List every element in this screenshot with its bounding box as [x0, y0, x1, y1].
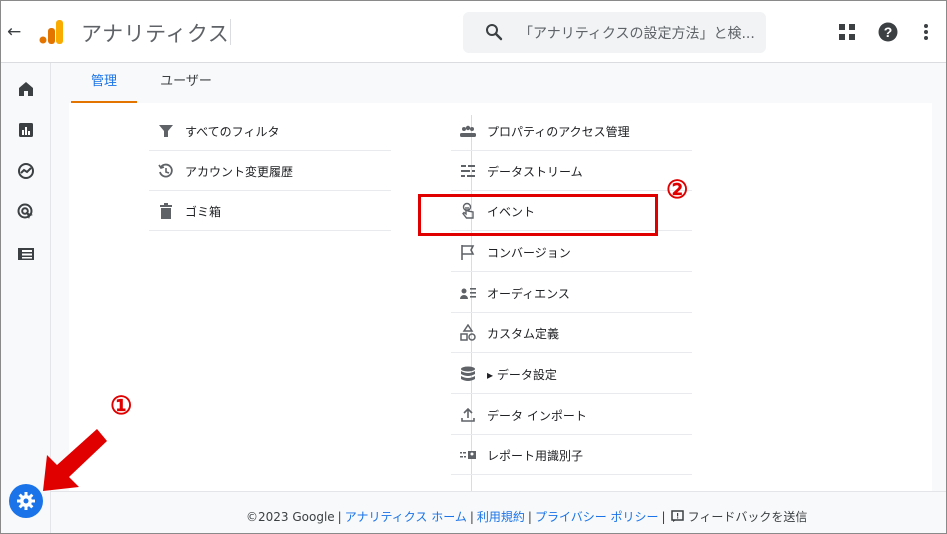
more-vert-icon[interactable]: [919, 23, 933, 41]
menu-item-trash[interactable]: ゴミ箱: [149, 191, 391, 231]
admin-content: すべてのフィルタ アカウント変更履歴 ゴミ箱 プロパティのアクセス管理 データス…: [51, 103, 946, 491]
menu-item-label: ゴミ箱: [185, 205, 222, 219]
menu-item-label: データストリーム: [487, 165, 583, 179]
help-icon[interactable]: ?: [878, 22, 898, 42]
menu-item-property-access[interactable]: プロパティのアクセス管理: [451, 111, 692, 151]
apps-icon[interactable]: [839, 24, 855, 40]
back-icon[interactable]: ←: [7, 22, 23, 42]
list-icon[interactable]: [16, 244, 36, 264]
flag-icon: [461, 245, 475, 260]
footer: ©2023 Google | アナリティクス ホーム | 利用規約 | プライバシー ポリシ…: [51, 491, 946, 533]
history-icon: [158, 163, 173, 178]
app-title: アナリティクス: [81, 22, 230, 46]
menu-item-data-streams[interactable]: データストリーム: [451, 151, 692, 191]
filter-icon: [159, 125, 173, 137]
annotation-arrow-icon: [43, 429, 107, 491]
home-icon[interactable]: [16, 79, 36, 99]
admin-tabs: 管理 ユーザー: [51, 63, 946, 103]
search-input[interactable]: 「アナリティクスの設定方法」と検...: [519, 23, 755, 43]
menu-item-data-settings[interactable]: ▸ データ設定: [451, 354, 692, 394]
menu-item-reporting-identity[interactable]: レポート用識別子: [451, 435, 692, 475]
menu-item-label: アカウント変更履歴: [185, 165, 294, 179]
audience-icon: [460, 288, 476, 299]
events-highlight-box: [418, 194, 658, 236]
menu-item-label: カスタム定義: [487, 327, 560, 341]
database-icon: [461, 366, 475, 381]
callout-2: ②: [666, 175, 689, 204]
search-icon: [486, 24, 503, 41]
data-stream-icon: [461, 165, 475, 177]
menu-item-data-import[interactable]: データ インポート: [451, 395, 692, 435]
top-bar: ← アナリティクス 「アナリティクスの設定方法」と検... ?: [1, 1, 946, 63]
callout-1: ①: [110, 391, 133, 420]
upload-icon: [461, 407, 475, 422]
advertising-icon[interactable]: [16, 202, 36, 222]
footer-line: ©2023 Google | アナリティクス ホーム | 利用規約 | プライバシー ポリシ…: [246, 510, 808, 524]
menu-item-conversions[interactable]: コンバージョン: [451, 232, 692, 272]
menu-item-label: コンバージョン: [487, 246, 571, 260]
copyright: ©2023 Google: [246, 510, 335, 524]
tab-admin[interactable]: 管理: [71, 63, 137, 103]
admin-panel: すべてのフィルタ アカウント変更履歴 ゴミ箱 プロパティのアクセス管理 データス…: [69, 103, 932, 491]
analytics-logo[interactable]: [38, 19, 64, 45]
menu-item-custom-definitions[interactable]: カスタム定義: [451, 313, 692, 353]
menu-item-label: レポート用識別子: [487, 449, 584, 463]
analytics-home-link[interactable]: アナリティクス ホーム: [345, 510, 467, 524]
screen: ← アナリティクス 「アナリティクスの設定方法」と検... ? 管理 ユーザー …: [0, 0, 947, 534]
terms-link[interactable]: 利用規約: [477, 510, 525, 524]
menu-item-label: ▸ データ設定: [487, 368, 557, 382]
divider: [230, 19, 231, 45]
trash-icon: [160, 203, 172, 219]
menu-item-label: すべてのフィルタ: [185, 125, 280, 139]
menu-item-label: オーディエンス: [487, 287, 570, 301]
feedback-link[interactable]: フィードバックを送信: [688, 510, 808, 524]
menu-item-label: プロパティのアクセス管理: [487, 125, 630, 139]
menu-item-audiences[interactable]: オーディエンス: [451, 273, 692, 313]
people-icon: [460, 125, 476, 137]
feedback-icon: [670, 510, 684, 522]
explore-icon[interactable]: [16, 161, 36, 181]
identifier-icon: [460, 451, 476, 459]
tab-user[interactable]: ユーザー: [151, 63, 221, 103]
reports-icon[interactable]: [16, 120, 36, 140]
menu-item-all-filters[interactable]: すべてのフィルタ: [149, 111, 391, 151]
svg-text:?: ?: [884, 24, 893, 40]
menu-item-account-history[interactable]: アカウント変更履歴: [149, 151, 391, 191]
search-box[interactable]: 「アナリティクスの設定方法」と検...: [463, 12, 766, 53]
menu-item-label: データ インポート: [487, 409, 587, 423]
privacy-link[interactable]: プライバシー ポリシー: [535, 510, 659, 524]
shapes-icon: [460, 324, 476, 341]
